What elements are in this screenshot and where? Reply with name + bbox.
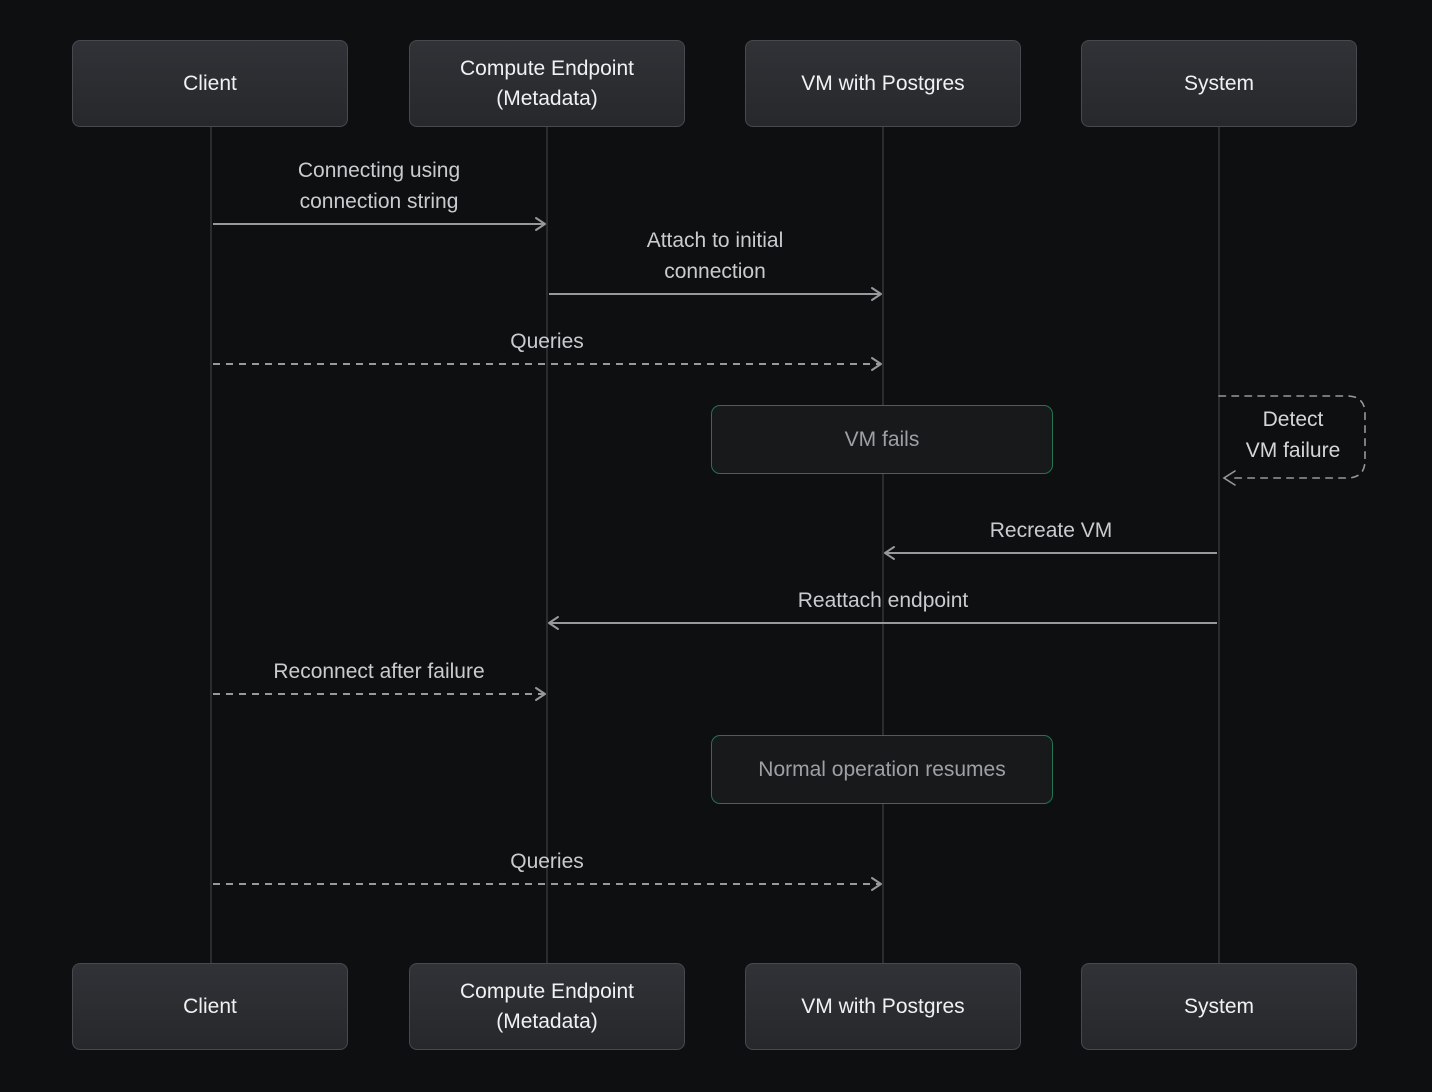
message-label: Connecting using connection string [264, 155, 494, 217]
actor-box-vm-with-postgres-bottom: VM with Postgres [745, 963, 1021, 1050]
actor-label: Compute Endpoint (Metadata) [437, 977, 657, 1037]
message-label: Reattach endpoint [798, 585, 968, 616]
message-label: Reconnect after failure [273, 656, 484, 687]
actor-label: System [1184, 69, 1254, 99]
arrowhead-left-icon [882, 545, 898, 561]
arrowhead-left-icon [546, 615, 562, 631]
message-reconnect-after-failure: Reconnect after failure [213, 656, 545, 695]
self-message-line1: Detect [1229, 404, 1357, 435]
lifeline-client [210, 127, 212, 964]
message-label: Attach to initial connection [600, 225, 830, 287]
actor-label: VM with Postgres [801, 69, 964, 99]
self-message-line2: VM failure [1229, 435, 1357, 466]
actor-box-client-top: Client [72, 40, 348, 127]
message-queries-1: Queries [213, 326, 881, 365]
actor-label: Client [183, 992, 237, 1022]
lifeline-compute-endpoint [546, 127, 548, 964]
actor-box-system-top: System [1081, 40, 1357, 127]
vm-failure-recovery-sequence-diagram: Client Compute Endpoint (Metadata) VM wi… [0, 0, 1432, 1092]
solid-arrow-left [885, 552, 1217, 554]
actor-box-compute-endpoint-bottom: Compute Endpoint (Metadata) [409, 963, 685, 1050]
message-label: Recreate VM [990, 515, 1113, 546]
dashed-arrow-right [213, 883, 881, 885]
dashed-arrow-right [213, 363, 881, 365]
message-label: Queries [510, 326, 584, 357]
note-vm-fails: VM fails [711, 405, 1053, 474]
actor-label: Compute Endpoint (Metadata) [437, 54, 657, 114]
message-attach-to-initial-connection: Attach to initial connection [549, 225, 881, 295]
actor-box-vm-with-postgres-top: VM with Postgres [745, 40, 1021, 127]
arrowhead-right-icon [532, 216, 548, 232]
lifeline-system [1218, 127, 1220, 964]
actor-box-client-bottom: Client [72, 963, 348, 1050]
note-label: VM fails [845, 428, 920, 452]
message-reattach-endpoint: Reattach endpoint [549, 585, 1217, 624]
arrowhead-right-icon [532, 686, 548, 702]
actor-box-compute-endpoint-top: Compute Endpoint (Metadata) [409, 40, 685, 127]
message-connecting-using-connection-string: Connecting using connection string [213, 155, 545, 225]
dashed-arrow-right [213, 693, 545, 695]
message-label: Queries [510, 846, 584, 877]
actor-label: System [1184, 992, 1254, 1022]
note-label: Normal operation resumes [758, 758, 1005, 782]
actor-label: VM with Postgres [801, 992, 964, 1022]
arrowhead-right-icon [868, 356, 884, 372]
note-normal-operation-resumes: Normal operation resumes [711, 735, 1053, 804]
actor-box-system-bottom: System [1081, 963, 1357, 1050]
message-queries-2: Queries [213, 846, 881, 885]
arrowhead-right-icon [868, 286, 884, 302]
message-recreate-vm: Recreate VM [885, 515, 1217, 554]
self-message-detect-vm-failure: Detect VM failure [1229, 404, 1357, 466]
solid-arrow-left [549, 622, 1217, 624]
solid-arrow-right [213, 223, 545, 225]
actor-label: Client [183, 69, 237, 99]
solid-arrow-right [549, 293, 881, 295]
arrowhead-right-icon [868, 876, 884, 892]
